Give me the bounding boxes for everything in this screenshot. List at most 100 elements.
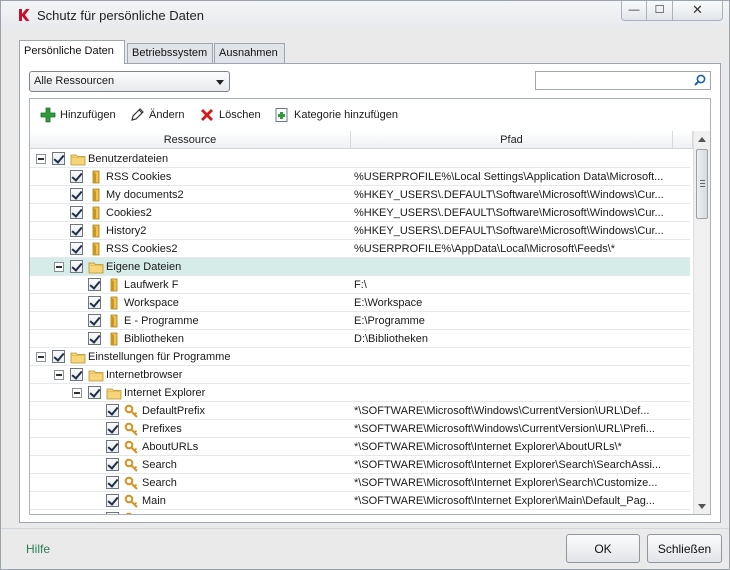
tree-item-row[interactable]: History2 %HKEY_USERS\.DEFAULT\Software\Mi… (30, 222, 690, 240)
resource-filter-select[interactable]: Alle Ressourcen (29, 71, 230, 92)
tree-item-row[interactable]: DefaultPrefix *\SOFTWARE\Microsoft\Window… (30, 402, 690, 420)
resource-name: Eigene Dateien (106, 261, 182, 273)
resource-name: Search (142, 459, 177, 471)
scroll-up-arrow-icon[interactable] (698, 137, 706, 142)
resource-cell: Search (30, 456, 350, 473)
row-checkbox[interactable] (106, 422, 119, 435)
tree-item-row[interactable]: Workspace E:\Workspace (30, 294, 690, 312)
resource-cell: Internet Explorer (30, 384, 350, 401)
collapse-icon[interactable] (36, 154, 46, 164)
collapse-icon[interactable] (54, 370, 64, 380)
row-checkbox[interactable] (70, 188, 83, 201)
tree-item-row[interactable]: E - Programme E:\Programme (30, 312, 690, 330)
tree-item-row[interactable]: Main *\SOFTWARE\Microsoft\Internet Explor… (30, 492, 690, 510)
maximize-button[interactable]: ☐ (647, 1, 673, 21)
collapse-icon[interactable] (36, 352, 46, 362)
row-checkbox[interactable] (88, 296, 101, 309)
row-checkbox[interactable] (52, 350, 65, 363)
row-checkbox[interactable] (106, 404, 119, 417)
row-checkbox[interactable] (106, 476, 119, 489)
resource-path (354, 153, 684, 166)
tree-item-row[interactable]: AboutURLs *\SOFTWARE\Microsoft\Internet E… (30, 438, 690, 456)
row-checkbox[interactable] (106, 440, 119, 453)
resource-cell (30, 510, 350, 514)
resource-name: DefaultPrefix (142, 405, 205, 417)
add-category-button[interactable]: Kategorie hinzufügen (274, 107, 404, 123)
help-link[interactable]: Hilfe (26, 542, 50, 556)
tree-folder-row[interactable]: Einstellungen für Programme (30, 348, 690, 366)
row-checkbox[interactable] (52, 152, 65, 165)
row-checkbox[interactable] (106, 458, 119, 471)
row-checkbox[interactable] (88, 278, 101, 291)
row-checkbox[interactable] (88, 332, 101, 345)
tab-betriebssystem[interactable]: Betriebssystem (127, 43, 213, 63)
scrollbar-thumb[interactable] (696, 149, 708, 219)
collapse-icon[interactable] (72, 388, 82, 398)
resource-path: E:\Programme (354, 315, 425, 327)
tree-item-row[interactable]: My documents2 %HKEY_USERS\.DEFAULT\Softwa… (30, 186, 690, 204)
tree-item-row[interactable]: Bibliotheken D:\Bibliotheken (30, 330, 690, 348)
resource-path: *\SOFTWARE\Microsoft\Internet Explorer\A… (354, 441, 622, 453)
tree-item-row[interactable]: Search *\SOFTWARE\Microsoft\Internet Expl… (30, 474, 690, 492)
close-window-button[interactable]: ✕ (673, 1, 723, 21)
resource-name: My documents2 (106, 189, 184, 201)
registry-key-icon (124, 404, 140, 418)
row-checkbox[interactable] (106, 494, 119, 507)
tree-folder-row[interactable]: Internet Explorer (30, 384, 690, 402)
registry-key-icon (124, 422, 140, 436)
row-checkbox[interactable] (70, 242, 83, 255)
resource-path: %USERPROFILE%\Local Settings\Application… (354, 171, 664, 183)
row-checkbox[interactable] (88, 314, 101, 327)
collapse-icon[interactable] (54, 262, 64, 272)
footer-divider (1, 528, 729, 529)
resource-cell: Laufwerk F (30, 276, 350, 293)
tree-folder-row[interactable]: Internetbrowser (30, 366, 690, 384)
resource-path (354, 513, 684, 514)
row-checkbox[interactable] (70, 224, 83, 237)
tree-folder-row[interactable]: Benutzerdateien (30, 150, 690, 168)
row-checkbox[interactable] (70, 260, 83, 273)
folder-icon (88, 260, 104, 274)
row-checkbox[interactable] (88, 386, 101, 399)
tree-item-row[interactable]: Prefixes *\SOFTWARE\Microsoft\Windows\Cur… (30, 420, 690, 438)
tree-item-row[interactable]: Search *\SOFTWARE\Microsoft\Internet Expl… (30, 456, 690, 474)
minimize-button[interactable]: — (621, 1, 647, 21)
resource-path: E:\Workspace (354, 297, 423, 309)
search-input[interactable] (535, 71, 711, 90)
edit-button[interactable]: Ändern (129, 107, 189, 123)
row-checkbox[interactable] (70, 206, 83, 219)
scroll-down-arrow-icon[interactable] (698, 504, 706, 509)
ok-button[interactable]: OK (566, 534, 640, 563)
close-button[interactable]: Schließen (647, 534, 722, 563)
chevron-down-icon (216, 80, 224, 85)
tab-ausnahmen[interactable]: Ausnahmen (214, 43, 285, 63)
search-icon[interactable] (694, 74, 706, 86)
row-checkbox[interactable] (106, 512, 119, 514)
vertical-scrollbar[interactable] (693, 131, 710, 514)
resource-path: %HKEY_USERS\.DEFAULT\Software\Microsoft\… (354, 207, 664, 219)
delete-button[interactable]: Löschen (199, 107, 263, 123)
resource-path (354, 387, 684, 400)
resource-name: Cookies2 (106, 207, 152, 219)
folder-icon (106, 386, 122, 400)
column-header-path[interactable]: Pfad (351, 131, 673, 149)
row-checkbox[interactable] (70, 170, 83, 183)
tree-item-row[interactable]: RSS Cookies %USERPROFILE%\Local Settings\… (30, 168, 690, 186)
resource-cell: RSS Cookies (30, 168, 350, 185)
resource-name: Laufwerk F (124, 279, 179, 291)
tree-folder-row[interactable]: Eigene Dateien (30, 258, 690, 276)
tree-item-row[interactable]: Laufwerk F F:\ (30, 276, 690, 294)
column-header-resource[interactable]: Ressource (30, 131, 351, 149)
resource-path: F:\ (354, 279, 367, 291)
row-checkbox[interactable] (70, 368, 83, 381)
tree-item-row[interactable] (30, 510, 690, 514)
resource-path: *\SOFTWARE\Microsoft\Windows\CurrentVers… (354, 423, 655, 435)
resource-cell: RSS Cookies2 (30, 240, 350, 257)
add-button[interactable]: Hinzufügen (40, 107, 120, 123)
resource-cell: Eigene Dateien (30, 258, 350, 275)
tree-item-row[interactable]: Cookies2 %HKEY_USERS\.DEFAULT\Software\Mi… (30, 204, 690, 222)
tab-persoenliche-daten[interactable]: Persönliche Daten (19, 40, 125, 64)
toolbar: Hinzufügen Ändern Löschen Kategorie hinz… (30, 99, 710, 131)
tree-item-row[interactable]: RSS Cookies2 %USERPROFILE%\AppData\Local\… (30, 240, 690, 258)
resource-cell: Workspace (30, 294, 350, 311)
